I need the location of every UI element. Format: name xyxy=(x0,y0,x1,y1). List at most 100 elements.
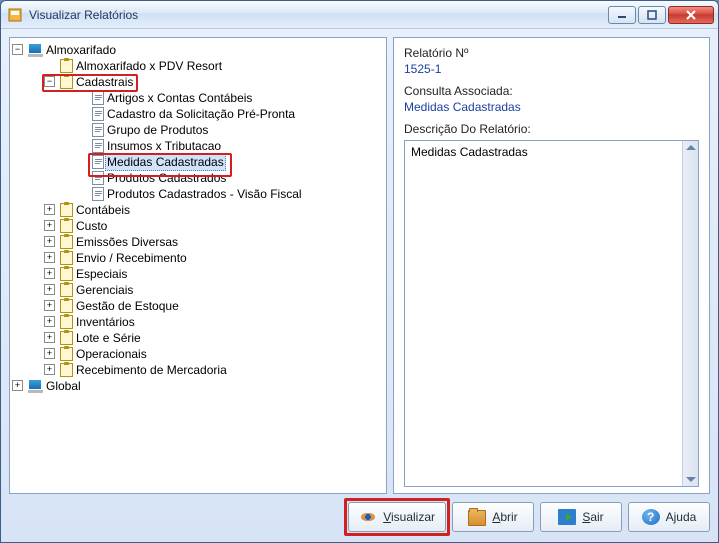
clipboard-icon xyxy=(60,267,73,281)
tree-label: Cadastro da Solicitação Pré-Pronta xyxy=(106,106,296,122)
abrir-button[interactable]: Abrir xyxy=(452,502,534,532)
tree-node[interactable]: Produtos Cadastrados xyxy=(76,170,384,186)
tree-node[interactable]: + Contábeis xyxy=(44,202,384,218)
visualizar-button[interactable]: Visualizar xyxy=(348,502,446,532)
report-number-value[interactable]: 1525-1 xyxy=(404,62,699,76)
tree-label: Emissões Diversas xyxy=(75,234,179,250)
tree-node[interactable]: + Especiais xyxy=(44,266,384,282)
expand-icon[interactable]: + xyxy=(44,236,55,247)
tree-node[interactable]: +Envio / Recebimento xyxy=(44,250,384,266)
expand-icon[interactable]: + xyxy=(44,316,55,327)
report-description-value: Medidas Cadastradas xyxy=(411,145,528,159)
detail-panel: Relatório Nº 1525-1 Consulta Associada: … xyxy=(393,37,710,494)
workstation-icon xyxy=(28,379,43,393)
collapse-icon[interactable]: − xyxy=(12,44,23,55)
clipboard-icon xyxy=(60,363,73,377)
tree-label: Contábeis xyxy=(75,202,131,218)
expand-icon[interactable]: + xyxy=(44,220,55,231)
report-number-label: Relatório Nº xyxy=(404,46,699,60)
maximize-button[interactable] xyxy=(638,6,666,24)
tree-node[interactable]: Almoxarifado x PDV Resort xyxy=(44,58,384,74)
clipboard-icon xyxy=(60,59,73,73)
tree-label: Almoxarifado xyxy=(45,42,117,58)
expand-icon[interactable]: + xyxy=(44,332,55,343)
tree-node[interactable]: Cadastro da Solicitação Pré-Pronta xyxy=(76,106,384,122)
tree-label: Cadastrais xyxy=(75,74,134,90)
tree-label: Almoxarifado x PDV Resort xyxy=(75,58,223,74)
close-button[interactable] xyxy=(668,6,714,24)
collapse-icon[interactable]: − xyxy=(44,76,55,87)
tree-node[interactable]: + Operacionais xyxy=(44,346,384,362)
tree-label: Medidas Cadastradas xyxy=(105,153,226,171)
expand-icon[interactable]: + xyxy=(44,268,55,279)
eye-icon xyxy=(359,509,377,525)
tree-label: Lote e Série xyxy=(75,330,142,346)
tree-node[interactable]: + Gestão de Estoque xyxy=(44,298,384,314)
ajuda-button[interactable]: ? Ajuda xyxy=(628,502,710,532)
tree-label: Produtos Cadastrados - Visão Fiscal xyxy=(106,186,303,202)
report-icon xyxy=(92,155,104,169)
scrollbar[interactable] xyxy=(682,141,698,486)
expand-icon[interactable]: + xyxy=(44,204,55,215)
clipboard-icon xyxy=(60,283,73,297)
tree-node[interactable]: +Recebimento de Mercadoria xyxy=(44,362,384,378)
expand-icon[interactable]: + xyxy=(44,300,55,311)
tree-node-cadastrais[interactable]: − Cadastrais Artigos x Contas Contábeis … xyxy=(44,74,384,202)
tree-label: Produtos Cadastrados xyxy=(106,170,227,186)
minimize-button[interactable] xyxy=(608,6,636,24)
expand-icon[interactable]: + xyxy=(44,252,55,263)
tree-node[interactable]: Insumos x Tributacao xyxy=(76,138,384,154)
report-description-box: Medidas Cadastradas xyxy=(404,140,699,487)
clipboard-icon xyxy=(60,235,73,249)
report-description-label: Descrição Do Relatório: xyxy=(404,122,699,136)
app-icon xyxy=(7,7,23,23)
workstation-icon xyxy=(28,43,43,57)
folder-open-icon xyxy=(468,510,486,526)
exit-icon xyxy=(558,509,576,525)
tree-label: Insumos x Tributacao xyxy=(106,138,222,154)
tree-label: Gerenciais xyxy=(75,282,134,298)
tree-label: Artigos x Contas Contábeis xyxy=(106,90,253,106)
titlebar: Visualizar Relatórios xyxy=(1,1,718,29)
clipboard-icon xyxy=(60,347,73,361)
expand-icon[interactable]: + xyxy=(44,284,55,295)
tree-node-global[interactable]: + Global xyxy=(12,378,384,394)
tree-node[interactable]: Produtos Cadastrados - Visão Fiscal xyxy=(76,186,384,202)
report-icon xyxy=(92,91,104,105)
expand-icon[interactable]: + xyxy=(44,348,55,359)
button-label: Ajuda xyxy=(666,510,697,524)
tree-panel[interactable]: − Almoxarifado Almoxarifado x PDV Resort xyxy=(9,37,387,494)
report-icon xyxy=(92,123,104,137)
tree-label: Custo xyxy=(75,218,108,234)
tree-label: Inventários xyxy=(75,314,136,330)
tree-label: Gestão de Estoque xyxy=(75,298,180,314)
sair-button[interactable]: Sair xyxy=(540,502,622,532)
tree-node[interactable]: + Lote e Série xyxy=(44,330,384,346)
tree-node[interactable]: + Gerenciais xyxy=(44,282,384,298)
report-icon xyxy=(92,187,104,201)
tree-node-almoxarifado[interactable]: − Almoxarifado Almoxarifado x PDV Resort xyxy=(12,42,384,378)
associated-query-value[interactable]: Medidas Cadastradas xyxy=(404,100,699,114)
clipboard-icon xyxy=(60,219,73,233)
tree-label: Global xyxy=(45,378,82,394)
clipboard-icon xyxy=(60,75,73,89)
report-icon xyxy=(92,107,104,121)
report-icon xyxy=(92,139,104,153)
app-window: Visualizar Relatórios − Almoxarifado xyxy=(0,0,719,543)
clipboard-icon xyxy=(60,203,73,217)
window-title: Visualizar Relatórios xyxy=(29,8,608,22)
clipboard-icon xyxy=(60,299,73,313)
tree-node[interactable]: + Emissões Diversas xyxy=(44,234,384,250)
tree-node-medidas-cadastradas[interactable]: Medidas Cadastradas xyxy=(76,154,384,170)
tree-node[interactable]: + Custo xyxy=(44,218,384,234)
tree-label: Operacionais xyxy=(75,346,148,362)
expand-icon[interactable]: + xyxy=(44,364,55,375)
expand-icon[interactable]: + xyxy=(12,380,23,391)
button-label: Visualizar xyxy=(383,510,435,524)
tree-node[interactable]: + Inventários xyxy=(44,314,384,330)
tree-node[interactable]: Grupo de Produtos xyxy=(76,122,384,138)
clipboard-icon xyxy=(60,315,73,329)
tree-node[interactable]: Artigos x Contas Contábeis xyxy=(76,90,384,106)
clipboard-icon xyxy=(60,331,73,345)
tree-label: Especiais xyxy=(75,266,128,282)
